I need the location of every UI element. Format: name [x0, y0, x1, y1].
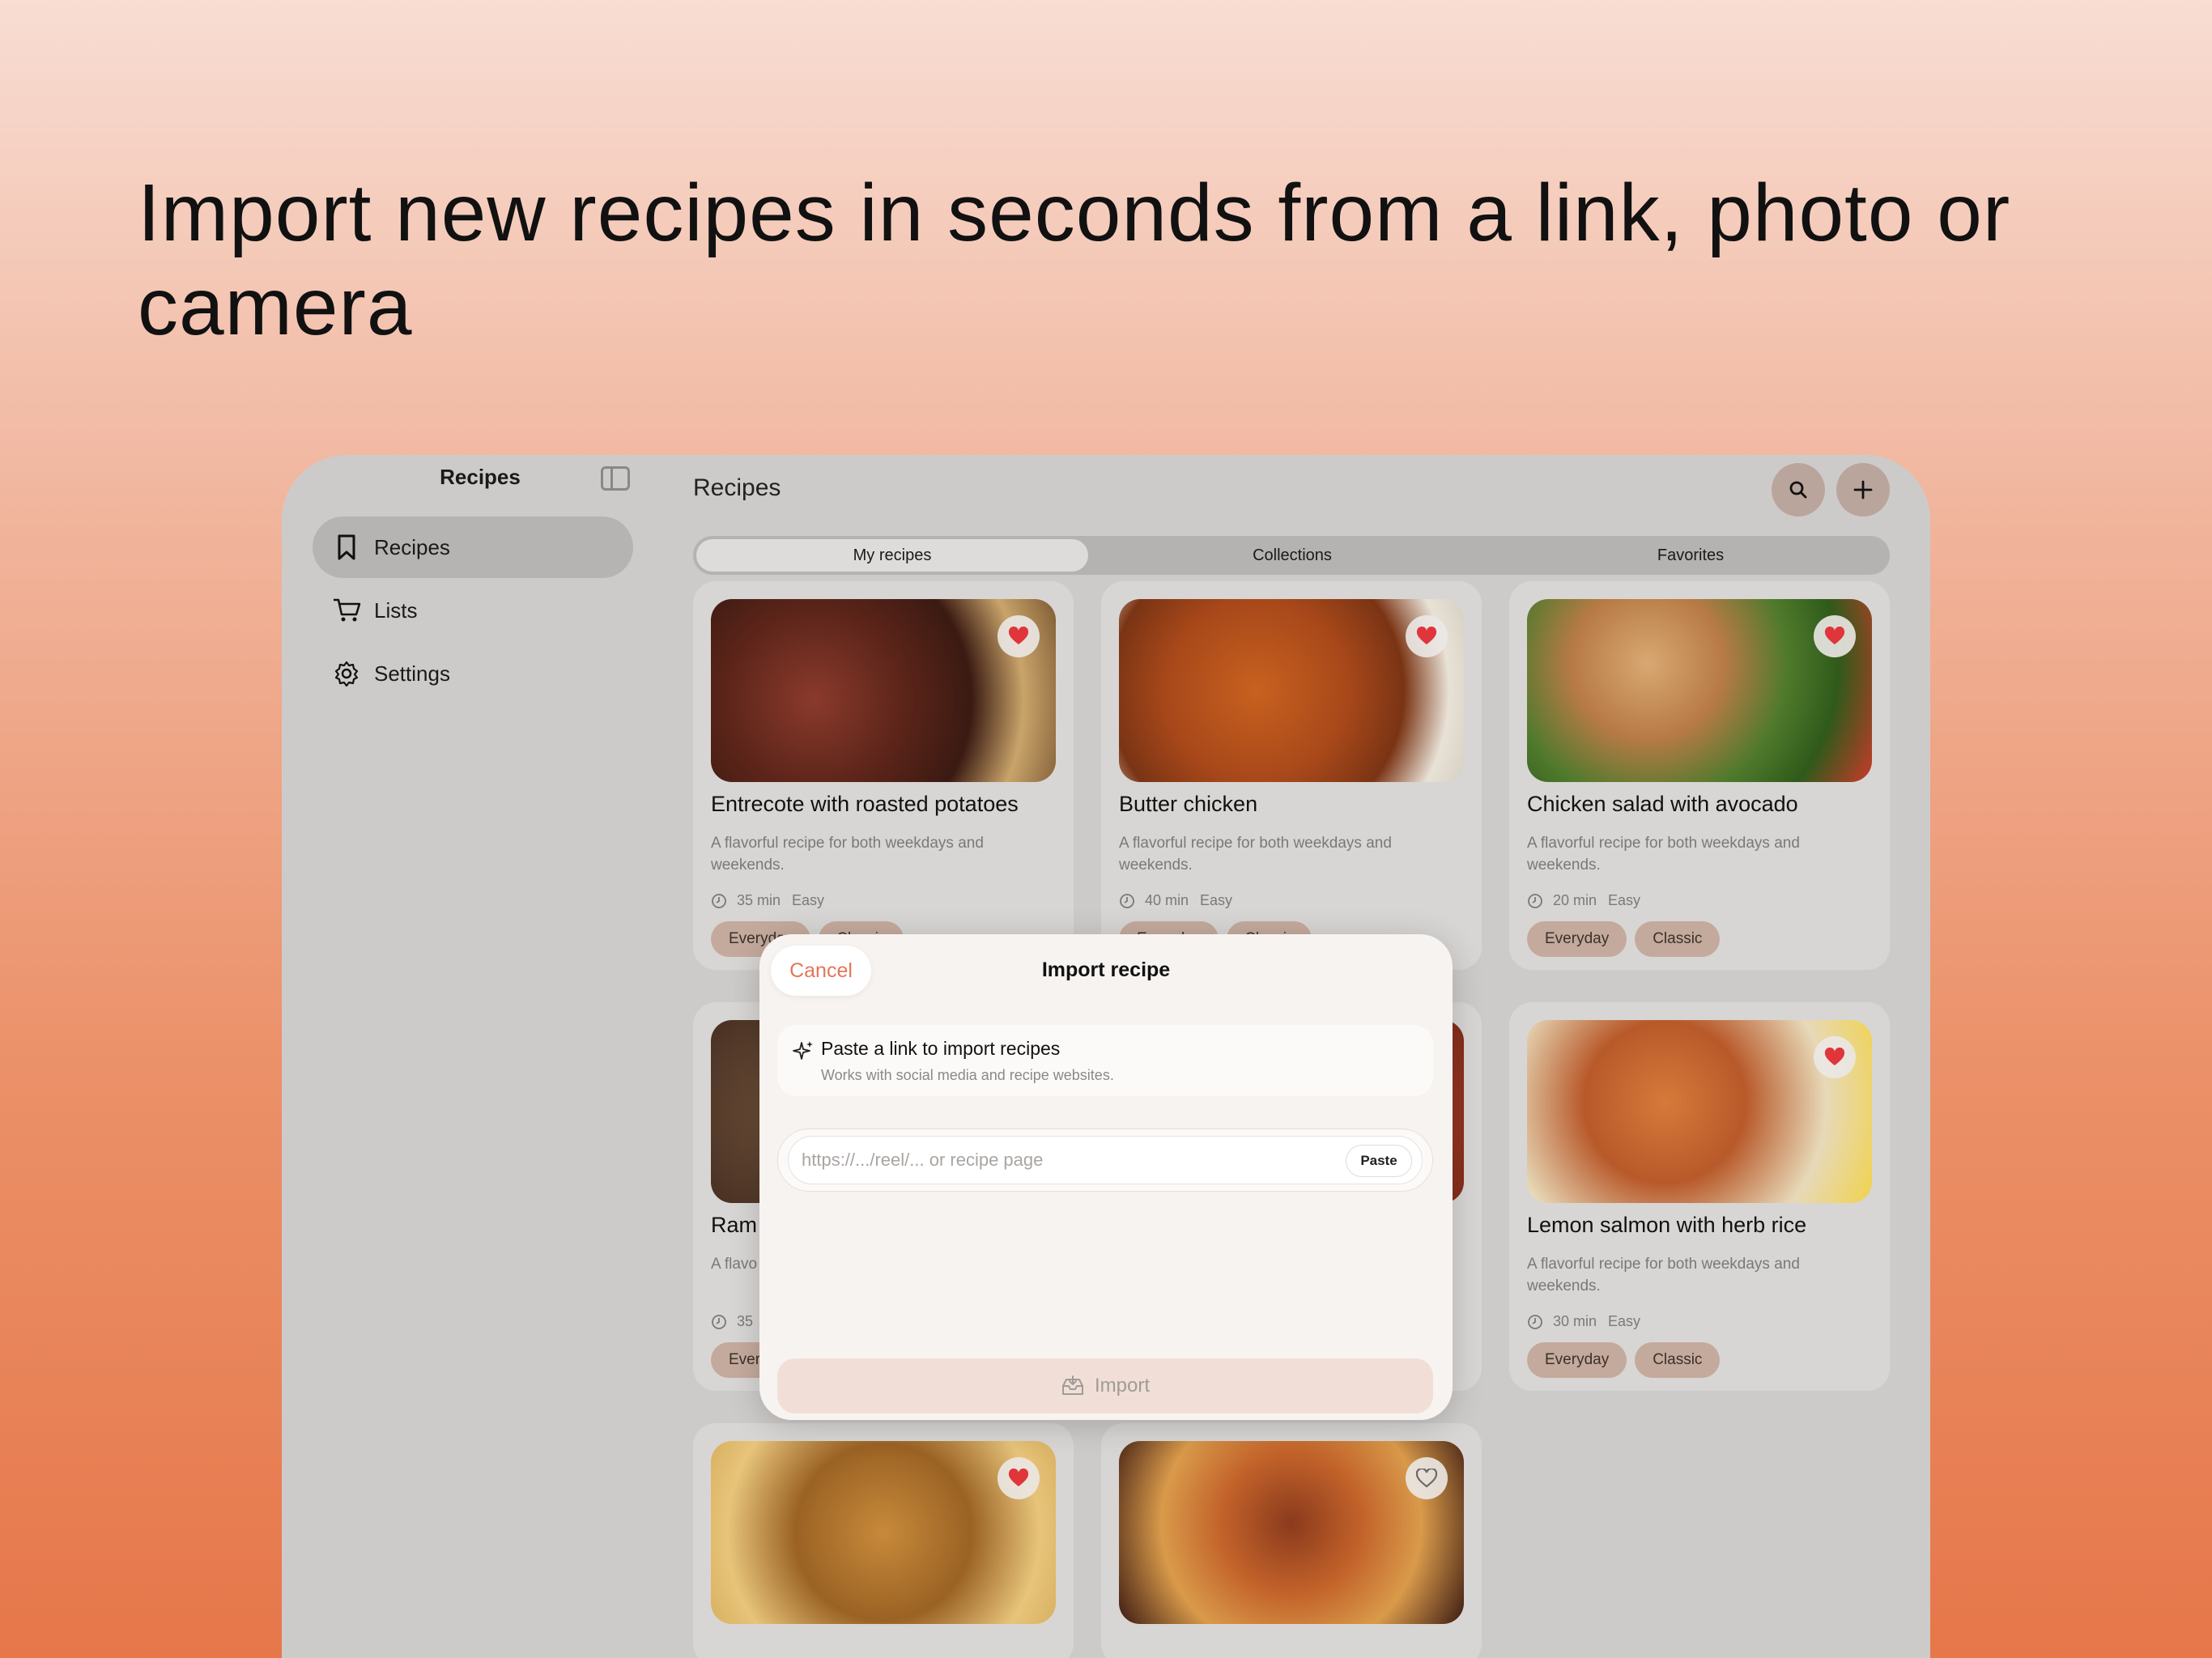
import-button-label: Import: [1094, 1375, 1150, 1397]
recipe-title: Entrecote with roasted potatoes: [711, 792, 1019, 816]
favorite-button[interactable]: [1814, 615, 1856, 657]
tray-download-icon: [1061, 1375, 1085, 1397]
recipe-title: Ram: [711, 1213, 758, 1237]
recipe-time: 40 min: [1145, 892, 1189, 908]
recipe-description: A flavorful recipe for both weekdays and…: [711, 835, 984, 874]
sidebar-toggle-icon[interactable]: [601, 466, 630, 491]
recipe-title: Butter chicken: [1119, 792, 1258, 816]
import-info-box: Paste a link to import recipes Works wit…: [777, 1025, 1433, 1096]
recipe-card[interactable]: [1101, 1423, 1482, 1658]
sidebar: Recipes Recipes Lists Settings: [282, 455, 646, 1658]
tab-my-recipes[interactable]: My recipes: [696, 539, 1088, 572]
gear-icon: [332, 659, 361, 688]
heart-filled-icon: [1824, 1048, 1845, 1065]
url-field-container: https://.../reel/... or recipe page Past…: [777, 1129, 1433, 1192]
sidebar-item-label: Lists: [374, 597, 418, 623]
heart-filled-icon: [1008, 627, 1029, 644]
recipe-image: [1527, 1020, 1872, 1203]
clock-icon: [1528, 893, 1542, 908]
recipe-card[interactable]: Butter chicken A flavorful recipe for bo…: [1101, 581, 1482, 970]
tab-favorites[interactable]: Favorites: [1495, 539, 1887, 572]
recipe-card[interactable]: [693, 1423, 1074, 1658]
tag[interactable]: Everyday: [1527, 1342, 1627, 1378]
tag-list: Everyday Classic: [1527, 921, 1728, 957]
heart-filled-icon: [1416, 627, 1437, 644]
sidebar-item-settings[interactable]: Settings: [313, 643, 633, 704]
recipe-description: A flavorful recipe for both weekdays and…: [1119, 835, 1392, 874]
recipe-difficulty: Easy: [792, 892, 825, 908]
recipe-card[interactable]: Lemon salmon with herb rice A flavorful …: [1509, 1002, 1890, 1391]
tag[interactable]: Classic: [1635, 921, 1721, 957]
tab-collections[interactable]: Collections: [1096, 539, 1488, 572]
tag[interactable]: Classic: [1635, 1342, 1721, 1378]
import-recipe-sheet: Cancel Import recipe Paste a link to imp…: [759, 934, 1453, 1420]
recipe-image: [1119, 599, 1464, 782]
heart-filled-icon: [1824, 627, 1845, 644]
recipe-card[interactable]: Entrecote with roasted potatoes A flavor…: [693, 581, 1074, 970]
recipe-title: Chicken salad with avocado: [1527, 792, 1798, 816]
tag[interactable]: Everyday: [1527, 921, 1627, 957]
recipe-image: [711, 1441, 1056, 1624]
recipe-description: A flavorful recipe for both weekdays and…: [1527, 1256, 1800, 1295]
recipe-description: A flavorful recipe for both weekdays and…: [1527, 835, 1800, 874]
recipe-title: Lemon salmon with herb rice: [1527, 1213, 1807, 1237]
segmented-tabs: My recipes Collections Favorites: [693, 536, 1890, 575]
recipe-meta: 20 min Easy: [1527, 892, 1652, 909]
recipe-difficulty: Easy: [1608, 892, 1641, 908]
recipe-image: [711, 599, 1056, 782]
cart-icon: [332, 596, 361, 625]
recipe-meta: 40 min Easy: [1119, 892, 1244, 909]
info-title: Paste a link to import recipes: [821, 1038, 1061, 1059]
recipe-time: 35: [737, 1313, 754, 1329]
sparkles-icon: [793, 1041, 813, 1060]
clock-icon: [712, 893, 726, 908]
url-input[interactable]: https://.../reel/... or recipe page Past…: [788, 1136, 1423, 1184]
import-button[interactable]: Import: [777, 1358, 1433, 1414]
url-placeholder: https://.../reel/... or recipe page: [802, 1150, 1044, 1170]
sidebar-item-recipes[interactable]: Recipes: [313, 517, 633, 578]
clock-icon: [1528, 1314, 1542, 1329]
search-icon: [1789, 481, 1807, 499]
bookmark-icon: [332, 533, 361, 562]
favorite-button[interactable]: [1406, 615, 1448, 657]
plus-icon: [1853, 480, 1873, 500]
info-subtitle: Works with social media and recipe websi…: [821, 1067, 1114, 1083]
page-title: Recipes: [693, 474, 781, 501]
recipe-meta: 35 min Easy: [711, 892, 836, 909]
recipe-time: 20 min: [1553, 892, 1597, 908]
recipe-meta: 30 min Easy: [1527, 1313, 1652, 1330]
recipe-time: 30 min: [1553, 1313, 1597, 1329]
heart-filled-icon: [1008, 1469, 1029, 1486]
sidebar-item-label: Recipes: [374, 534, 450, 559]
clock-icon: [712, 1314, 726, 1329]
add-recipe-button[interactable]: [1836, 463, 1890, 517]
recipe-image: [1527, 599, 1872, 782]
sidebar-item-label: Settings: [374, 661, 450, 686]
headline: Import new recipes in seconds from a lin…: [138, 168, 2011, 352]
recipe-card[interactable]: Chicken salad with avocado A flavorful r…: [1509, 581, 1890, 970]
recipe-meta: 35: [711, 1313, 764, 1330]
search-button[interactable]: [1772, 463, 1825, 517]
favorite-button[interactable]: [1814, 1036, 1856, 1078]
favorite-button[interactable]: [998, 1457, 1040, 1499]
recipe-difficulty: Easy: [1608, 1313, 1641, 1329]
tag-list: Everyday Classic: [1527, 1342, 1728, 1378]
sheet-title: Import recipe: [1041, 959, 1171, 981]
recipe-difficulty: Easy: [1200, 892, 1233, 908]
favorite-button[interactable]: [998, 615, 1040, 657]
heart-outline-icon: [1416, 1469, 1437, 1488]
paste-button[interactable]: Paste: [1346, 1145, 1412, 1177]
clock-icon: [1120, 893, 1134, 908]
recipe-image: [1119, 1441, 1464, 1624]
favorite-button[interactable]: [1406, 1457, 1448, 1499]
recipe-time: 35 min: [737, 892, 781, 908]
sidebar-item-lists[interactable]: Lists: [313, 580, 633, 641]
